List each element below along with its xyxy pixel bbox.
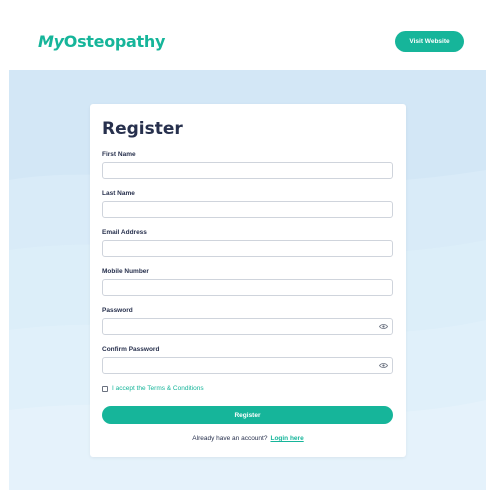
eye-icon[interactable] — [379, 323, 388, 330]
email-label: Email Address — [102, 229, 147, 236]
first-name-field[interactable] — [102, 162, 393, 179]
eye-icon[interactable] — [379, 362, 388, 369]
logo-prefix: My — [38, 32, 64, 51]
last-name-label: Last Name — [102, 190, 135, 197]
password-label: Password — [102, 307, 133, 314]
mobile-field[interactable] — [102, 279, 393, 296]
login-prompt-text: Already have an account? — [192, 435, 268, 442]
terms-row[interactable]: I accept the Terms & Conditions — [102, 385, 204, 392]
logo[interactable]: MyOsteopathy — [38, 32, 165, 51]
email-field[interactable] — [102, 240, 393, 257]
page-title: Register — [102, 119, 183, 139]
login-prompt: Already have an account? Login here — [90, 435, 406, 442]
visit-website-button[interactable]: Visit Website — [395, 31, 464, 52]
logo-rest: Osteopathy — [63, 32, 166, 51]
confirm-password-label: Confirm Password — [102, 346, 160, 353]
last-name-field[interactable] — [102, 201, 393, 218]
terms-label[interactable]: I accept the Terms & Conditions — [112, 385, 204, 392]
header: MyOsteopathy Visit Website — [0, 0, 486, 70]
confirm-password-field[interactable] — [102, 357, 393, 374]
first-name-label: First Name — [102, 151, 136, 158]
mobile-label: Mobile Number — [102, 268, 149, 275]
register-button[interactable]: Register — [102, 406, 393, 424]
password-field[interactable] — [102, 318, 393, 335]
terms-checkbox[interactable] — [102, 385, 108, 392]
login-link[interactable]: Login here — [270, 435, 303, 442]
register-card: Register First Name Last Name Email Addr… — [90, 104, 406, 457]
